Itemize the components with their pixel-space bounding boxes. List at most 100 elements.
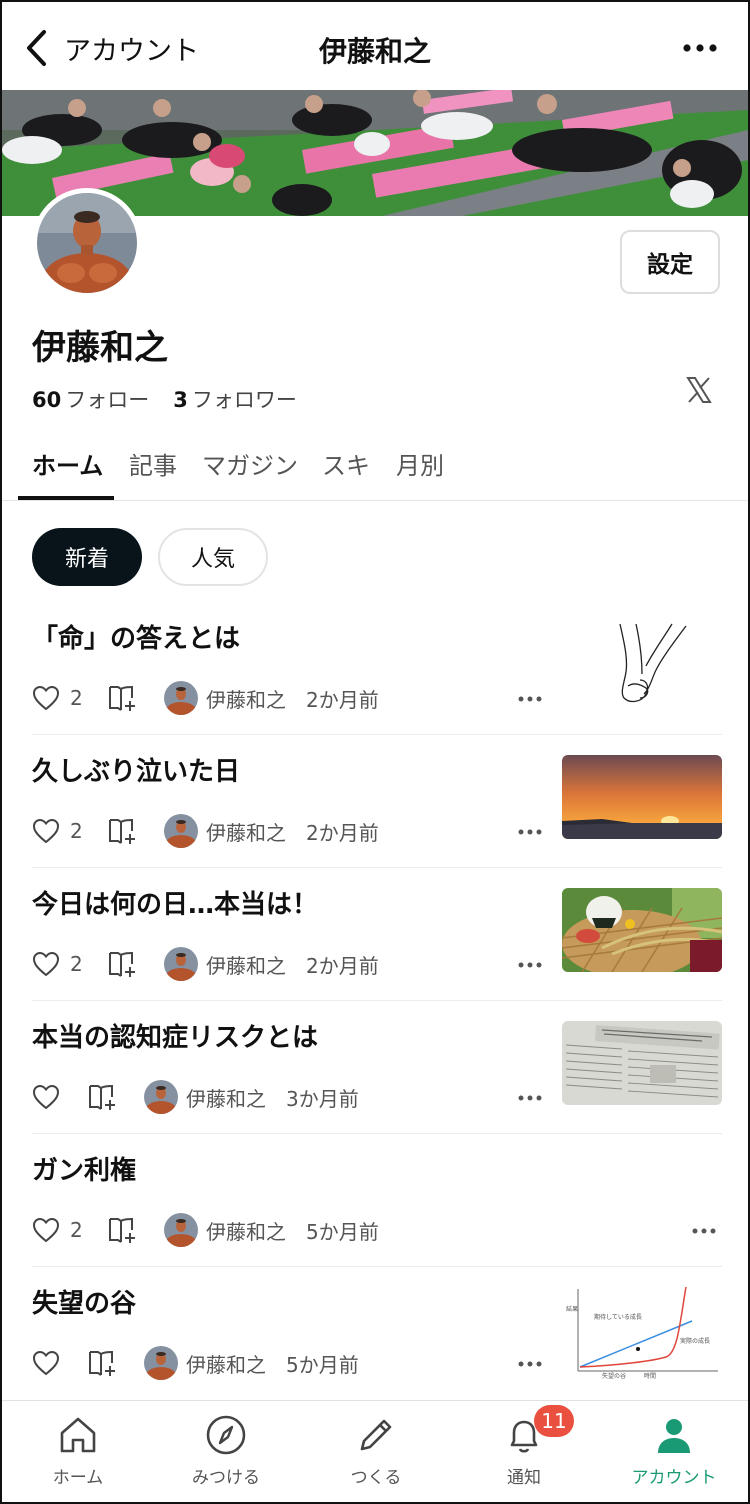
article-time: 2か月前 [306,687,379,712]
chart-xlabel: 時間 [644,1372,656,1380]
profile-tabs: ホーム 記事 マガジン スキ 月別 [2,442,748,501]
article-meta: 2 伊藤和之 2か月前 [32,680,379,716]
heart-icon[interactable] [32,951,60,977]
add-to-magazine-icon[interactable] [108,1216,138,1244]
article-title[interactable]: ガン利権 [32,1150,136,1187]
more-options-icon[interactable] [682,38,718,58]
person-icon [658,1419,690,1453]
chart-expected-label: 期待している成長 [594,1313,642,1321]
nav-home[interactable]: ホーム [18,1411,138,1497]
article-thumbnail [562,1021,722,1105]
heart-icon[interactable] [32,685,60,711]
x-twitter-icon[interactable] [686,376,712,404]
like-count: 2 [70,819,83,843]
add-to-magazine-icon[interactable] [108,684,138,712]
nav-notifications[interactable]: 11 通知 [464,1405,584,1497]
chart-valley-label: 失望の谷 [602,1372,626,1380]
author-avatar[interactable] [164,814,198,848]
article-meta: 2 伊藤和之 5か月前 [32,1212,379,1248]
nav-discover[interactable]: みつける [166,1411,286,1497]
top-bar: アカウント 伊藤和之 [2,2,748,90]
like-count: 2 [70,686,83,710]
filter-new-button[interactable]: 新着 [32,528,142,586]
tab-articles[interactable]: 記事 [129,446,177,500]
author-avatar[interactable] [144,1080,178,1114]
nav-label: つくる [350,1468,402,1488]
nav-create[interactable]: つくる [316,1411,436,1497]
article-time: 5か月前 [306,1219,379,1244]
active-tab-indicator [18,496,114,500]
notification-badge: 11 [534,1405,574,1437]
tab-magazines[interactable]: マガジン [202,446,298,500]
bottom-navigation: ホーム みつける つくる 11 通知 アカウント [2,1400,748,1502]
author-name[interactable]: 伊藤和之 [206,817,286,846]
heart-icon[interactable] [32,1350,60,1376]
article-time: 2か月前 [306,820,379,845]
add-to-magazine-icon[interactable] [88,1349,118,1377]
home-icon [60,1417,96,1453]
author-name[interactable]: 伊藤和之 [206,684,286,713]
article-meta: 伊藤和之 3か月前 [32,1079,359,1115]
article-title[interactable]: 失望の谷 [32,1283,136,1320]
chart-ylabel: 結果 [566,1305,578,1313]
add-to-magazine-icon[interactable] [108,950,138,978]
back-button[interactable]: アカウント [24,28,199,68]
more-options-icon[interactable] [692,1226,716,1236]
article-meta: 2 伊藤和之 2か月前 [32,813,379,849]
follower-count[interactable]: 3 [173,388,188,412]
more-options-icon[interactable] [518,827,542,837]
author-avatar[interactable] [164,681,198,715]
article-item[interactable]: 今日は何の日…本当は！ 2 伊藤和之 2か月前 [32,868,722,1001]
heart-icon[interactable] [32,1217,60,1243]
author-name[interactable]: 伊藤和之 [206,950,286,979]
article-item[interactable]: 久しぶり泣いた日 2 伊藤和之 2か月前 [32,735,722,868]
author-name[interactable]: 伊藤和之 [186,1349,266,1378]
author-name[interactable]: 伊藤和之 [206,1216,286,1245]
article-item[interactable]: 本当の認知症リスクとは 伊藤和之 3か月前 [32,1001,722,1134]
follow-count[interactable]: 60 [32,388,61,412]
article-title[interactable]: 本当の認知症リスクとは [32,1017,318,1054]
nav-account[interactable]: アカウント [614,1411,734,1497]
article-item[interactable]: 「命」の答えとは 2 伊藤和之 2か月前 [32,602,722,735]
more-options-icon[interactable] [518,1093,542,1103]
author-avatar[interactable] [164,947,198,981]
article-item[interactable]: ガン利権 2 伊藤和之 5か月前 [32,1134,722,1267]
article-meta: 伊藤和之 5か月前 [32,1345,359,1381]
article-title[interactable]: 久しぶり泣いた日 [32,751,240,788]
profile-name: 伊藤和之 [32,328,168,368]
article-title[interactable]: 「命」の答えとは [32,618,240,655]
article-thumbnail [562,622,722,706]
nav-label: アカウント [631,1468,717,1488]
follower-label[interactable]: フォロワー [192,384,297,414]
heart-icon[interactable] [32,818,60,844]
author-avatar[interactable] [144,1346,178,1380]
article-meta: 2 伊藤和之 2か月前 [32,946,379,982]
profile-avatar[interactable] [32,188,142,298]
article-time: 2か月前 [306,953,379,978]
article-item[interactable]: 失望の谷 伊藤和之 5か月前 結果 期待している成長 実際の成長 失望の谷 時間 [32,1267,722,1399]
pencil-icon [360,1419,392,1451]
nav-label: ホーム [52,1468,104,1488]
nav-label: みつける [192,1468,260,1488]
author-avatar[interactable] [164,1213,198,1247]
compass-icon [206,1415,246,1455]
follow-label[interactable]: フォロー [65,384,149,414]
tab-likes[interactable]: スキ [322,446,370,500]
chart-actual-label: 実際の成長 [680,1337,710,1345]
more-options-icon[interactable] [518,960,542,970]
chevron-left-icon [27,30,46,66]
tab-monthly[interactable]: 月別 [396,446,444,500]
author-name[interactable]: 伊藤和之 [186,1083,266,1112]
follow-stats: 60 フォロー 3 フォロワー [32,384,297,414]
more-options-icon[interactable] [518,694,542,704]
filter-popular-button[interactable]: 人気 [158,528,268,586]
add-to-magazine-icon[interactable] [108,817,138,845]
article-title[interactable]: 今日は何の日…本当は！ [32,884,318,921]
article-thumbnail [562,755,722,839]
article-time: 3か月前 [286,1086,359,1111]
settings-button[interactable]: 設定 [620,230,720,294]
heart-icon[interactable] [32,1084,60,1110]
add-to-magazine-icon[interactable] [88,1083,118,1111]
more-options-icon[interactable] [518,1359,542,1369]
tab-home[interactable]: ホーム [32,446,103,500]
